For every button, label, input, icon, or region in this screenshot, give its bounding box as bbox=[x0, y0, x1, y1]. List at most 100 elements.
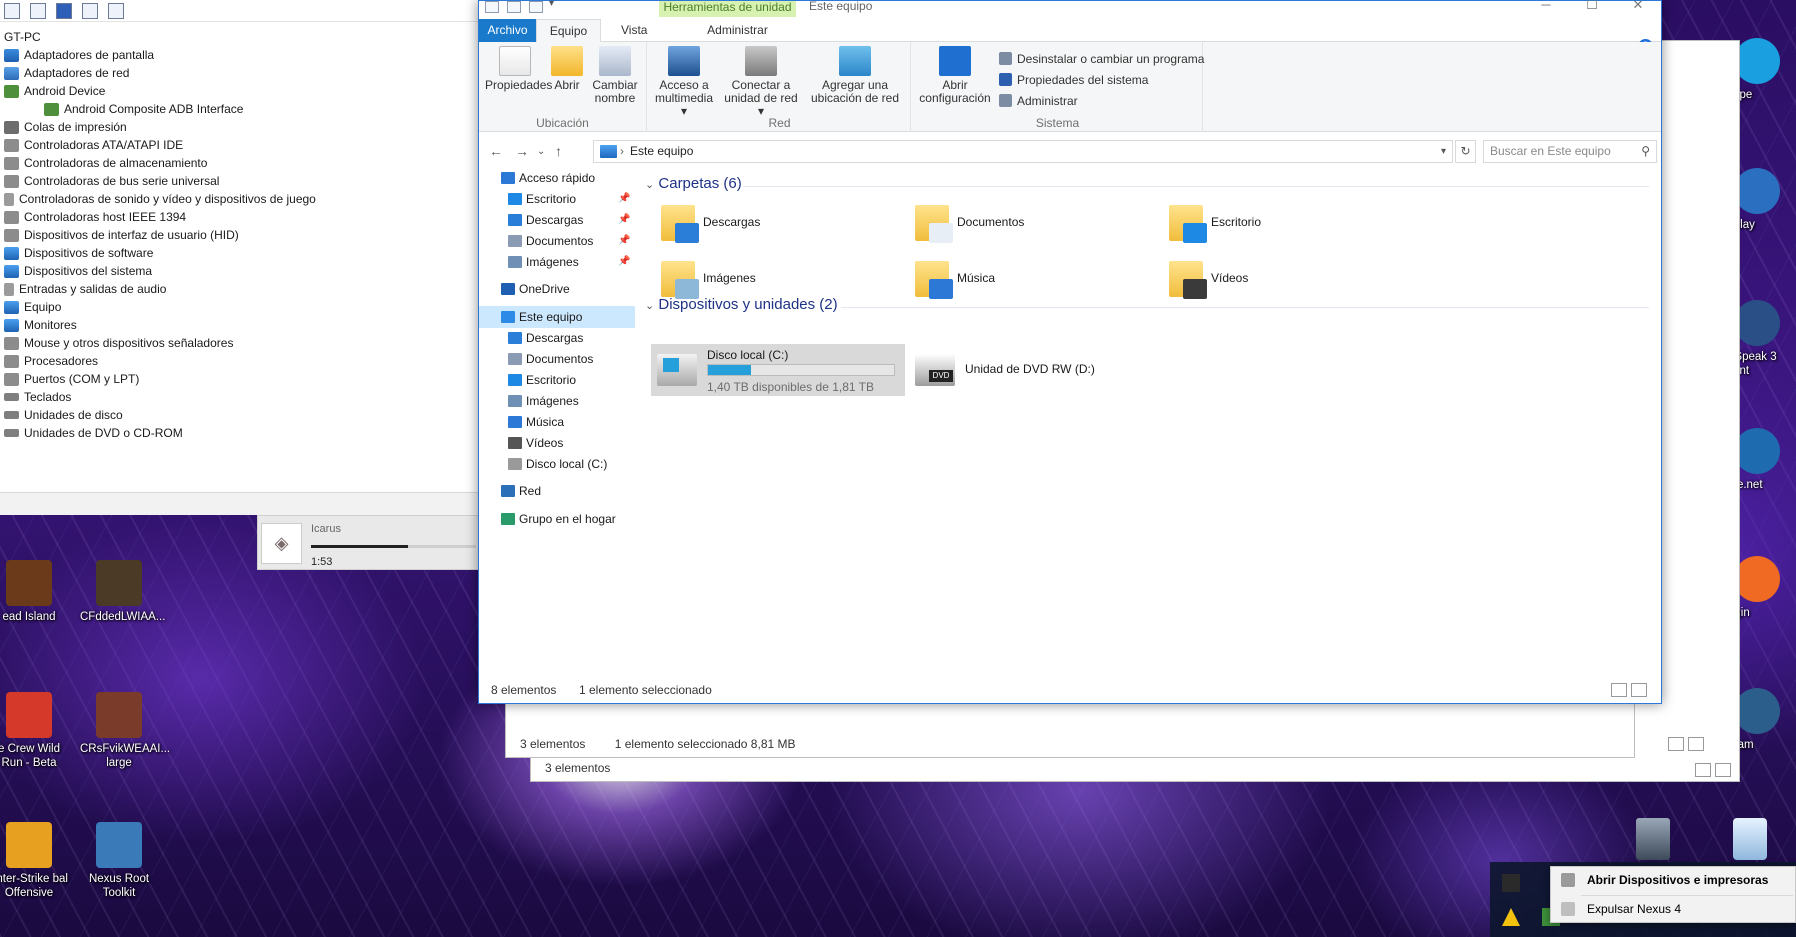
view-toolbar-icon[interactable] bbox=[82, 2, 98, 19]
tab-computer[interactable]: Equipo bbox=[536, 19, 601, 42]
qat-dropdown-icon[interactable]: ▾ bbox=[549, 0, 554, 9]
back-arrow-icon[interactable]: ← bbox=[489, 143, 503, 159]
pin-icon[interactable]: 📌 bbox=[618, 188, 630, 210]
desktop-shortcut[interactable]: CFddedLWIAA... bbox=[80, 560, 165, 624]
warning-icon[interactable] bbox=[1502, 908, 1520, 926]
device-category[interactable]: Android Composite ADB Interface bbox=[4, 100, 479, 118]
large-icons-view-icon[interactable] bbox=[1688, 737, 1704, 751]
uninstall-program-button[interactable]: Desinstalar o cambiar un programa bbox=[999, 48, 1204, 69]
desktop-shortcut[interactable]: Nexus Root Toolkit bbox=[80, 822, 158, 900]
navigation-pane[interactable]: Acceso rápido Escritorio 📌 Descargas 📌 Docume… bbox=[479, 167, 635, 679]
collapse-chevron-icon[interactable]: ⌄ bbox=[645, 179, 654, 191]
pin-icon[interactable]: 📌 bbox=[618, 209, 630, 231]
new-folder-qat-icon[interactable] bbox=[529, 1, 543, 13]
tab-manage[interactable]: Administrar bbox=[679, 19, 796, 42]
folders-section-header[interactable]: ⌄ Carpetas (6) bbox=[645, 175, 742, 192]
device-category[interactable]: Android Device bbox=[4, 82, 479, 100]
devices-section-header[interactable]: ⌄ Dispositivos y unidades (2) bbox=[645, 296, 838, 313]
folder-item[interactable]: Documentos bbox=[905, 199, 1145, 247]
close-button[interactable]: ✕ bbox=[1615, 0, 1661, 13]
device-category[interactable]: Dispositivos del sistema bbox=[4, 262, 479, 280]
nav-item[interactable]: Imágenes bbox=[479, 390, 635, 412]
device-category[interactable]: Dispositivos de interfaz de usuario (HID… bbox=[4, 226, 479, 244]
folder-item[interactable]: Música bbox=[905, 255, 1145, 303]
address-input[interactable]: › Este equipo ▾ bbox=[593, 140, 1453, 163]
device-category[interactable]: Procesadores bbox=[4, 352, 479, 370]
breadcrumb-separator-icon[interactable]: › bbox=[620, 141, 624, 162]
address-dropdown-icon[interactable]: ▾ bbox=[1441, 141, 1446, 162]
large-icons-view-icon[interactable] bbox=[1715, 763, 1731, 777]
open-settings-button[interactable]: Abrir configuración bbox=[917, 46, 993, 105]
volume-icon[interactable] bbox=[1502, 874, 1520, 892]
nav-item[interactable]: Descargas 📌 bbox=[479, 209, 635, 231]
device-category[interactable]: Controladoras de bus serie universal bbox=[4, 172, 479, 190]
device-category[interactable]: Controladoras de almacenamiento bbox=[4, 154, 479, 172]
manage-button[interactable]: Administrar bbox=[999, 90, 1204, 111]
device-manager-window[interactable]: GT-PC Adaptadores de pantalla Adaptadores… bbox=[0, 0, 480, 515]
device-category[interactable]: Unidades de DVD o CD-ROM bbox=[4, 424, 479, 442]
device-category[interactable]: Equipo bbox=[4, 298, 479, 316]
nav-item[interactable]: Red bbox=[479, 480, 635, 502]
device-tree[interactable]: GT-PC Adaptadores de pantalla Adaptadores… bbox=[0, 22, 479, 442]
device-category[interactable]: Monitores bbox=[4, 316, 479, 334]
nav-item[interactable]: Este equipo bbox=[479, 306, 635, 328]
desktop-shortcut[interactable]: CRsFvikWEAAI... large bbox=[80, 692, 170, 770]
content-pane[interactable]: ⌄ Carpetas (6) Descargas Documentos Escrit… bbox=[639, 167, 1657, 679]
computer-desktop-icon[interactable] bbox=[1636, 818, 1670, 860]
pin-icon[interactable]: 📌 bbox=[618, 230, 630, 252]
folder-item[interactable]: Vídeos bbox=[1159, 255, 1399, 303]
nav-item[interactable]: Imágenes 📌 bbox=[479, 251, 635, 273]
device-category[interactable]: Adaptadores de pantalla bbox=[4, 46, 479, 64]
properties-button[interactable]: Propiedades bbox=[485, 46, 552, 92]
device-category[interactable]: Colas de impresión bbox=[4, 118, 479, 136]
properties-toolbar-icon[interactable] bbox=[4, 2, 20, 19]
driver-toolbar-icon[interactable] bbox=[30, 2, 46, 19]
device-tree-root[interactable]: GT-PC bbox=[4, 28, 479, 46]
nav-item[interactable]: Descargas bbox=[479, 327, 635, 349]
details-view-icon[interactable] bbox=[1695, 763, 1711, 777]
nav-item[interactable]: Escritorio 📌 bbox=[479, 188, 635, 210]
media-mini-player[interactable]: ◈ Icarus 1:53 bbox=[257, 515, 480, 570]
desktop-shortcut[interactable]: unter-Strike bal Offensive bbox=[0, 822, 68, 900]
properties-qat-icon[interactable] bbox=[507, 1, 521, 13]
recent-locations-chevron-icon[interactable]: ⌄ bbox=[537, 146, 545, 157]
nav-item[interactable]: Escritorio bbox=[479, 369, 635, 391]
device-category[interactable]: Controladoras de sonido y vídeo y dispos… bbox=[4, 190, 479, 208]
minimize-button[interactable]: ─ bbox=[1523, 0, 1569, 13]
device-category[interactable]: Controladoras ATA/ATAPI IDE bbox=[4, 136, 479, 154]
device-category[interactable]: Controladoras host IEEE 1394 bbox=[4, 208, 479, 226]
device-category[interactable]: Dispositivos de software bbox=[4, 244, 479, 262]
nav-item[interactable]: Grupo en el hogar bbox=[479, 508, 635, 530]
help-toolbar-icon[interactable] bbox=[56, 2, 72, 19]
scan-hardware-icon[interactable] bbox=[108, 2, 124, 19]
nav-item[interactable]: Vídeos bbox=[479, 432, 635, 454]
details-view-icon[interactable] bbox=[1668, 737, 1684, 751]
open-devices-printers-item[interactable]: Abrir Dispositivos e impresoras bbox=[1551, 867, 1796, 893]
pin-icon[interactable]: 📌 bbox=[618, 251, 630, 273]
breadcrumb[interactable]: Este equipo bbox=[630, 144, 693, 158]
nav-item[interactable]: Música bbox=[479, 411, 635, 433]
maximize-button[interactable]: ☐ bbox=[1569, 0, 1615, 13]
eject-nexus-item[interactable]: Expulsar Nexus 4 bbox=[1551, 896, 1796, 922]
tab-view[interactable]: Vista bbox=[611, 19, 657, 42]
folder-item[interactable]: Descargas bbox=[651, 199, 891, 247]
nav-item[interactable]: Acceso rápido bbox=[479, 167, 635, 189]
local-disk-c[interactable]: Disco local (C:) 1,40 TB disponibles de … bbox=[651, 344, 905, 396]
title-bar[interactable]: ▾ Herramientas de unidad Este equipo ─ ☐… bbox=[479, 0, 1661, 19]
file-explorer-window[interactable]: ▾ Herramientas de unidad Este equipo ─ ☐… bbox=[478, 0, 1662, 704]
device-category[interactable]: Entradas y salidas de audio bbox=[4, 280, 479, 298]
dvd-drive-d[interactable]: DVD Unidad de DVD RW (D:) bbox=[909, 344, 1109, 396]
system-properties-button[interactable]: Propiedades del sistema bbox=[999, 69, 1204, 90]
device-category[interactable]: Unidades de disco bbox=[4, 406, 479, 424]
details-view-icon[interactable] bbox=[1611, 683, 1627, 697]
nav-item[interactable]: Documentos 📌 bbox=[479, 230, 635, 252]
search-input[interactable]: Buscar en Este equipo ⚲ bbox=[1483, 140, 1657, 163]
device-category[interactable]: Mouse y otros dispositivos señaladores bbox=[4, 334, 479, 352]
media-access-button[interactable]: Acceso a multimedia ▾ bbox=[653, 46, 715, 118]
collapse-chevron-icon[interactable]: ⌄ bbox=[645, 300, 654, 312]
refresh-icon[interactable]: ↻ bbox=[1455, 140, 1476, 163]
folder-item[interactable]: Escritorio bbox=[1159, 199, 1399, 247]
tab-file[interactable]: Archivo bbox=[479, 19, 536, 42]
forward-arrow-icon[interactable]: → bbox=[515, 143, 529, 159]
device-category[interactable]: Adaptadores de red bbox=[4, 64, 479, 82]
